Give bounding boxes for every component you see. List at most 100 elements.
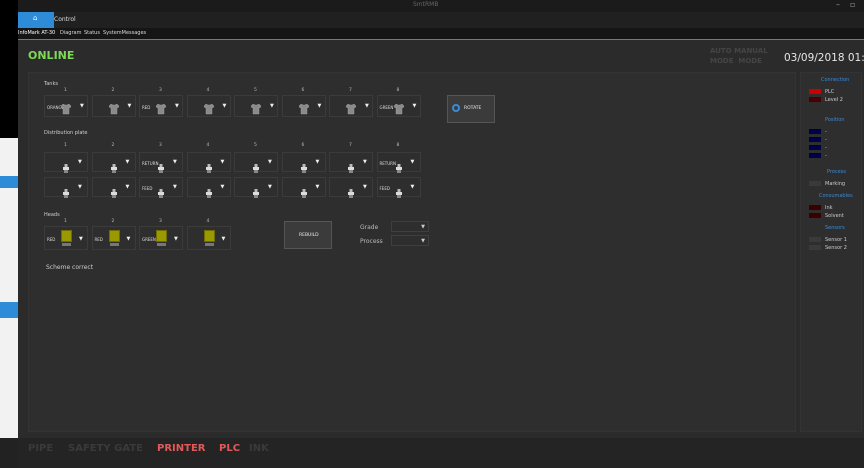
- tank-icon: [250, 100, 262, 119]
- restore-icon[interactable]: ▫: [850, 0, 855, 9]
- distribution-valve-2-6[interactable]: ▼: [281, 177, 326, 198]
- head-color-label: RED: [47, 237, 56, 242]
- diagram-panel: Tanks ROTATE Distribution plate Heads RE…: [28, 72, 796, 432]
- chevron-down-icon[interactable]: ▼: [80, 103, 84, 109]
- tank-number-2: 2: [111, 88, 115, 93]
- chevron-down-icon[interactable]: ▼: [316, 159, 320, 165]
- distribution-valve-2-7[interactable]: ▼: [329, 177, 373, 198]
- chevron-down-icon[interactable]: ▼: [270, 103, 274, 109]
- chevron-down-icon[interactable]: ▼: [222, 236, 226, 242]
- rebuild-button[interactable]: REBUILD: [284, 221, 332, 249]
- chevron-down-icon[interactable]: ▼: [173, 159, 177, 165]
- chevron-down-icon[interactable]: ▼: [318, 103, 322, 109]
- chevron-down-icon[interactable]: ▼: [268, 184, 272, 190]
- chevron-down-icon[interactable]: ▼: [78, 184, 82, 190]
- chevron-down-icon[interactable]: ▼: [268, 159, 272, 165]
- distribution-valve-2-3[interactable]: FEED ▼: [139, 177, 183, 198]
- safety-gate-alarm: SAFETY GATE: [68, 443, 143, 454]
- chevron-down-icon[interactable]: ▼: [173, 184, 177, 190]
- chevron-down-icon[interactable]: ▼: [411, 159, 415, 165]
- chevron-down-icon[interactable]: ▼: [174, 236, 178, 242]
- connection-heading: Connection: [821, 77, 850, 83]
- chevron-down-icon[interactable]: ▼: [411, 184, 415, 190]
- chevron-down-icon[interactable]: ▼: [221, 184, 225, 190]
- marking-led: [809, 181, 821, 186]
- distribution-number-5: 5: [254, 143, 257, 148]
- distribution-valve-2-1[interactable]: ▼: [44, 177, 88, 198]
- position-item-1: -: [825, 129, 827, 135]
- chevron-down-icon[interactable]: ▼: [175, 103, 179, 109]
- distribution-valve-1-7[interactable]: ▼: [329, 152, 373, 173]
- tank-selector-2[interactable]: ▼: [91, 95, 136, 117]
- sensors-heading: Sensors: [825, 225, 845, 231]
- head-selector-2[interactable]: RED ▼: [91, 226, 136, 250]
- tank-selector-5[interactable]: ▼: [234, 95, 278, 117]
- valve-label: RETURN: [142, 161, 159, 166]
- valve-label: FEED: [142, 186, 153, 191]
- tank-selector-4[interactable]: ▼: [186, 95, 231, 117]
- process-dropdown[interactable]: ▼: [391, 235, 429, 246]
- solvent-label: Solvent: [825, 213, 844, 219]
- tank-icon: [155, 100, 167, 119]
- ink-label: Ink: [825, 205, 833, 211]
- chevron-down-icon[interactable]: ▼: [128, 103, 132, 109]
- head-color-label: RED: [94, 237, 103, 242]
- home-tab[interactable]: ⌂: [18, 12, 54, 28]
- distribution-valve-2-8[interactable]: FEED ▼: [376, 177, 421, 198]
- chevron-down-icon[interactable]: ▼: [365, 103, 369, 109]
- app-window: SmtRMB – ▫ ⌂ Control InfoMark AT-30 Diag…: [18, 0, 864, 468]
- distribution-valve-1-4[interactable]: ▼: [186, 152, 231, 173]
- chevron-down-icon[interactable]: ▼: [316, 184, 320, 190]
- chevron-down-icon[interactable]: ▼: [413, 103, 417, 109]
- tank-selector-6[interactable]: ▼: [281, 95, 326, 117]
- chevron-down-icon[interactable]: ▼: [223, 103, 227, 109]
- distribution-valve-1-2[interactable]: ▼: [91, 152, 136, 173]
- chevron-down-icon[interactable]: ▼: [79, 236, 83, 242]
- rebuild-label: REBUILD: [299, 233, 319, 238]
- subtab-system-messages[interactable]: SystemMessages: [103, 30, 146, 36]
- distribution-valve-1-6[interactable]: ▼: [281, 152, 326, 173]
- subtab-diagram[interactable]: Diagram: [60, 30, 81, 36]
- distribution-number-8: 8: [396, 143, 400, 148]
- tab-control[interactable]: Control: [54, 16, 76, 23]
- chevron-down-icon[interactable]: ▼: [221, 159, 225, 165]
- subtab-status[interactable]: Status: [84, 30, 100, 36]
- mode-indicator-2: MODE: [738, 57, 762, 65]
- tank-selector-1[interactable]: ORANGE ▼: [44, 95, 88, 117]
- distribution-valve-1-1[interactable]: ▼: [44, 152, 88, 173]
- distribution-label: Distribution plate: [44, 130, 88, 136]
- nozzle-icon: [252, 158, 260, 177]
- chevron-down-icon[interactable]: ▼: [127, 236, 131, 242]
- minimize-icon[interactable]: –: [836, 0, 840, 9]
- chevron-down-icon: ▼: [421, 224, 425, 230]
- head-number-3: 3: [159, 219, 162, 224]
- print-head-base-icon: [62, 243, 71, 246]
- distribution-valve-1-8[interactable]: RETURN ▼: [376, 152, 421, 173]
- chevron-down-icon[interactable]: ▼: [363, 184, 367, 190]
- tank-color-label: GREEN: [379, 105, 394, 110]
- tank-selector-7[interactable]: ▼: [329, 95, 373, 117]
- subtab-infomark[interactable]: InfoMark AT-30: [18, 30, 55, 36]
- tank-selector-3[interactable]: RED ▼: [139, 95, 183, 117]
- head-color-label: GREEN: [142, 237, 156, 242]
- distribution-valve-1-5[interactable]: ▼: [234, 152, 278, 173]
- chevron-down-icon[interactable]: ▼: [78, 159, 82, 165]
- grade-dropdown[interactable]: ▼: [391, 221, 429, 232]
- rotate-icon: [452, 104, 460, 112]
- distribution-number-2: 2: [111, 143, 115, 148]
- distribution-valve-2-5[interactable]: ▼: [234, 177, 278, 198]
- sensor2-label: Sensor 2: [825, 245, 847, 251]
- distribution-valve-2-2[interactable]: ▼: [91, 177, 136, 198]
- chevron-down-icon[interactable]: ▼: [126, 159, 130, 165]
- chevron-down-icon[interactable]: ▼: [126, 184, 130, 190]
- head-selector-4[interactable]: ▼: [186, 226, 231, 250]
- chevron-down-icon[interactable]: ▼: [363, 159, 367, 165]
- nozzle-icon: [252, 183, 260, 202]
- print-head-base-icon: [109, 243, 119, 246]
- distribution-valve-2-4[interactable]: ▼: [186, 177, 231, 198]
- tank-selector-8[interactable]: GREEN ▼: [376, 95, 421, 117]
- head-selector-3[interactable]: GREEN ▼: [139, 226, 183, 250]
- distribution-valve-1-3[interactable]: RETURN ▼: [139, 152, 183, 173]
- rotate-button[interactable]: ROTATE: [447, 95, 495, 123]
- head-selector-1[interactable]: RED ▼: [44, 226, 88, 250]
